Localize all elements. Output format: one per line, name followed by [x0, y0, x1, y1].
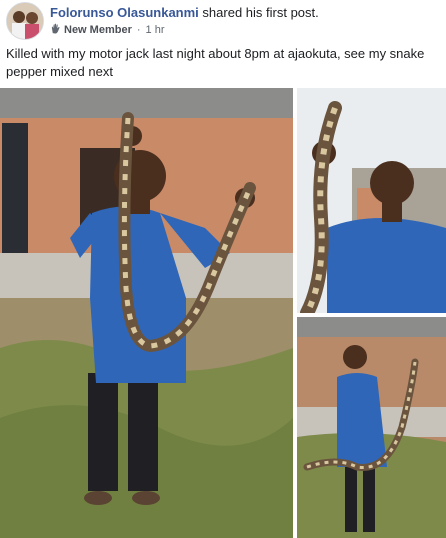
secondary-photo-bottom[interactable] [297, 317, 446, 538]
secondary-photo-top[interactable] [297, 88, 446, 313]
new-member-badge: New Member [64, 24, 132, 36]
post-meta: New Member · 1 hr [50, 23, 165, 37]
author-name[interactable]: Folorunso Olasunkanmi [50, 5, 199, 20]
post-text: Killed with my motor jack last night abo… [6, 46, 425, 79]
post-timestamp[interactable]: 1 hr [146, 24, 165, 36]
meta-separator: · [136, 24, 141, 36]
post-header: Folorunso Olasunkanmi shared his first p… [0, 0, 446, 44]
author-avatar[interactable] [6, 2, 44, 40]
photo-grid [0, 88, 446, 538]
hand-wave-icon [50, 23, 61, 37]
main-photo[interactable] [0, 88, 293, 538]
facebook-post: Folorunso Olasunkanmi shared his first p… [0, 0, 446, 538]
post-headline: Folorunso Olasunkanmi shared his first p… [50, 5, 319, 20]
post-action-text: shared his first post. [202, 5, 319, 20]
